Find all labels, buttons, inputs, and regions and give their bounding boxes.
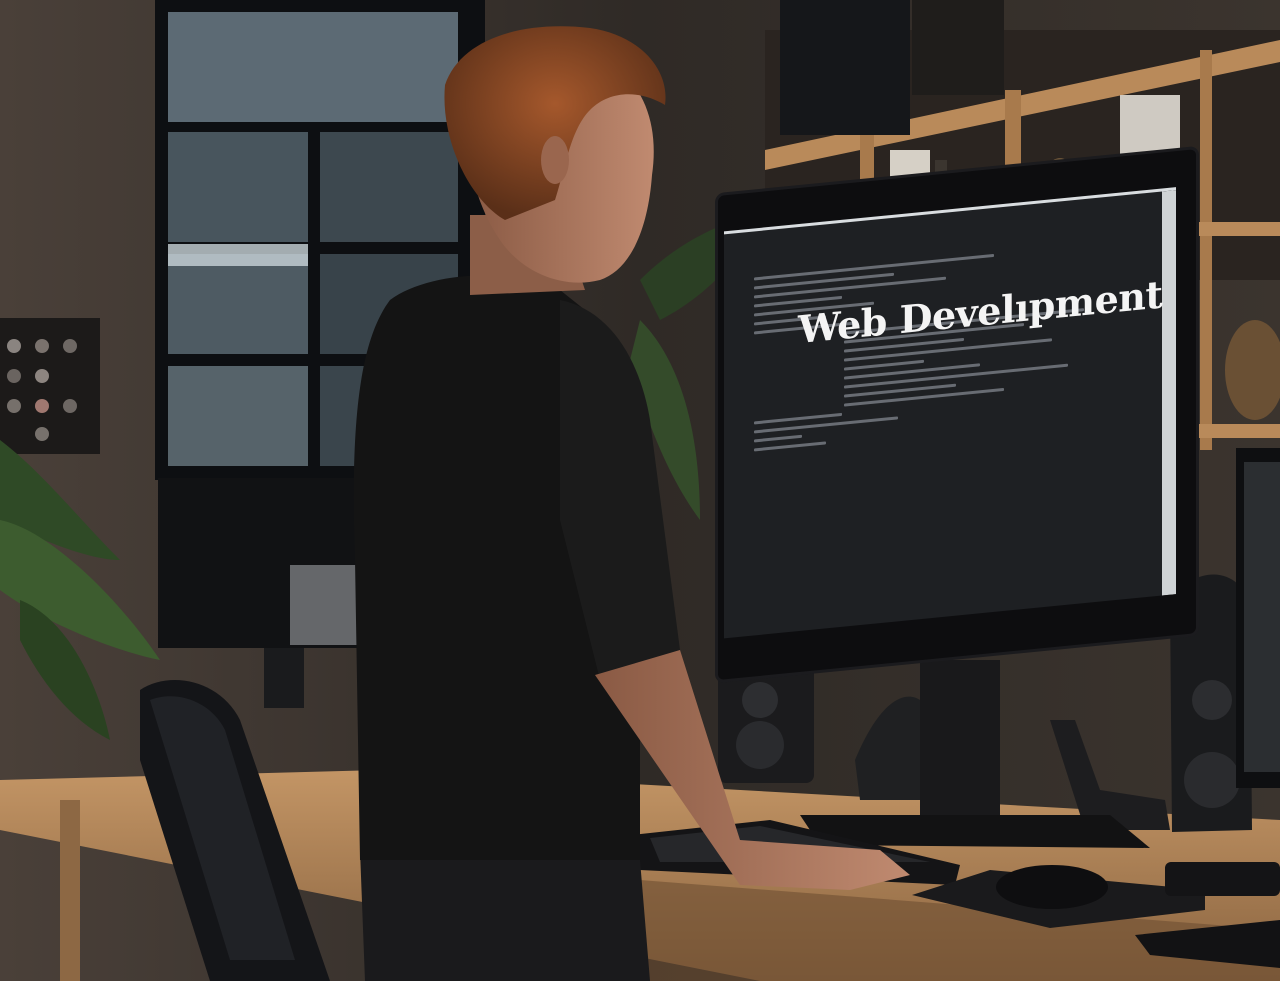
monitor-screen: Web Develıpment <box>724 187 1176 639</box>
pants <box>360 850 650 981</box>
office-photo: Web Develıpment <box>0 0 1280 981</box>
ear <box>541 136 569 184</box>
main-monitor: Web Develıpment <box>718 149 1196 680</box>
scrollbar-strip <box>1162 190 1176 596</box>
tablet <box>1165 862 1280 896</box>
right-monitor <box>1236 448 1280 788</box>
mouse <box>996 865 1108 909</box>
wall-board <box>0 318 100 454</box>
